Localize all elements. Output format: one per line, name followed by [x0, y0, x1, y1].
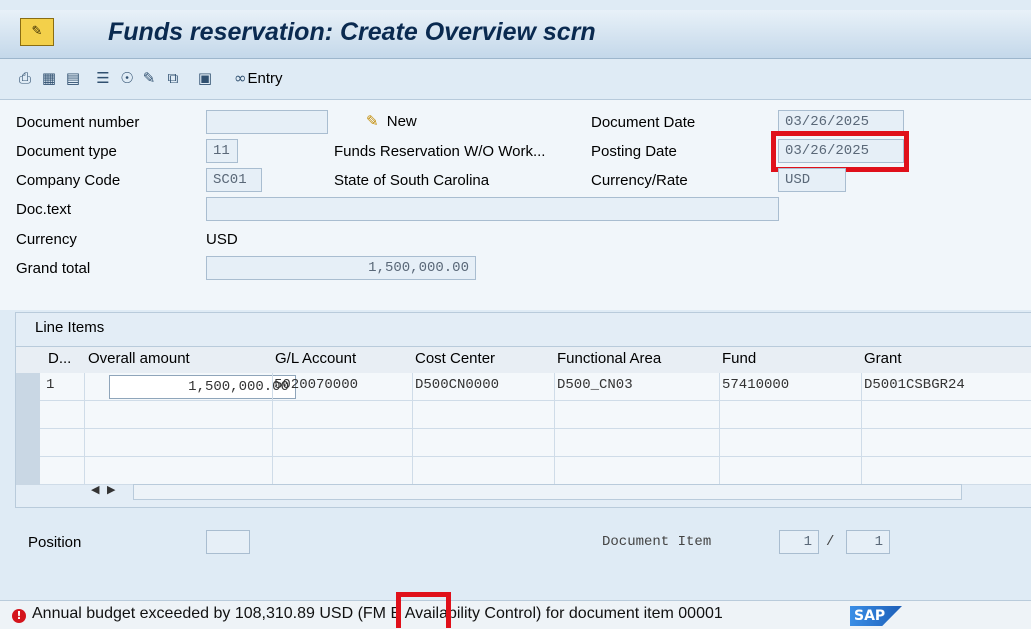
hierarchy-icon[interactable]: ☉: [118, 68, 136, 88]
table-row-empty[interactable]: [40, 429, 1031, 457]
status-message[interactable]: Annual budget exceeded by 108,310.89 USD…: [32, 605, 723, 623]
title-bar: ✎ Funds reservation: Create Overview scr…: [0, 10, 1031, 59]
document-date-label: Document Date: [591, 114, 696, 131]
column-divider: [272, 373, 273, 485]
status-bar[interactable]: ! Annual budget exceeded by 108,310.89 U…: [0, 600, 1031, 629]
position-label: Position: [28, 534, 82, 551]
table-row-empty[interactable]: [40, 401, 1031, 429]
company-code-label: Company Code: [16, 172, 121, 189]
document-number-label: Document number: [16, 114, 140, 131]
document-item-current: 1: [779, 530, 819, 554]
column-divider: [84, 373, 85, 485]
posting-date-highlight: [771, 131, 909, 172]
overall-amount-input[interactable]: 1,500,000.00: [109, 375, 296, 399]
entry-label: Entry: [247, 70, 283, 87]
column-header-gl-account[interactable]: G/L Account: [275, 350, 356, 367]
cell-grant: D5001CSBGR24: [864, 377, 965, 393]
column-header-fund[interactable]: Fund: [722, 350, 756, 367]
delete-icon[interactable]: ▣: [196, 68, 214, 88]
position-field[interactable]: [206, 530, 250, 554]
error-icon: !: [12, 609, 26, 623]
cell-fund: 57410000: [722, 377, 790, 393]
table-header: D... Overall amount G/L Account Cost Cen…: [16, 346, 1031, 374]
scroll-left-icon[interactable]: ◀: [91, 483, 99, 496]
document-type-label: Document type: [16, 143, 117, 160]
column-divider: [412, 373, 413, 485]
currency-value: USD: [206, 231, 238, 248]
entry-button[interactable]: ∞Entry: [234, 68, 283, 88]
edit-icon[interactable]: ✎: [140, 68, 158, 88]
column-divider: [719, 373, 720, 485]
new-label: New: [386, 113, 417, 130]
currency-rate-label: Currency/Rate: [591, 172, 688, 189]
scroll-arrows[interactable]: ◀ ▶: [91, 483, 115, 496]
line-items-title: Line Items: [35, 319, 105, 336]
company-code-field[interactable]: SC01: [206, 168, 262, 192]
currency-label: Currency: [16, 231, 77, 248]
document-item-separator: /: [826, 534, 835, 550]
cell-gl-account: 5020070000: [274, 377, 359, 393]
doc-text-field[interactable]: [206, 197, 779, 221]
status-highlight: [396, 592, 451, 628]
table-row-empty[interactable]: [40, 457, 1031, 485]
document-type-field[interactable]: 11: [206, 139, 238, 163]
document-type-description: Funds Reservation W/O Work...: [334, 143, 546, 160]
new-document-icon: ✎: [366, 112, 379, 130]
horizontal-scrollbar[interactable]: [133, 484, 962, 500]
list-icon[interactable]: ☰: [94, 68, 112, 88]
application-toolbar: ⎙ ▦ ▤ ☰ ☉ ✎ ⧉ ▣ ∞Entry: [0, 59, 1031, 100]
glasses-icon: ∞: [234, 69, 247, 87]
doc-text-label: Doc.text: [16, 201, 72, 218]
scroll-right-icon[interactable]: ▶: [107, 483, 115, 496]
row-selector-column[interactable]: [16, 373, 41, 485]
window-title: Funds reservation: Create Overview scrn: [108, 18, 596, 46]
print-icon[interactable]: ⎙: [16, 68, 34, 88]
document-item-total: 1: [846, 530, 890, 554]
copy-icon[interactable]: ⧉: [164, 68, 182, 88]
sap-logo: SAP: [850, 606, 902, 626]
column-header-cost-center[interactable]: Cost Center: [415, 350, 495, 367]
posting-date-label: Posting Date: [591, 143, 677, 160]
position-area: Position Document Item 1 / 1: [0, 510, 1031, 598]
line-items-panel: Line Items D... Overall amount G/L Accou…: [15, 312, 1031, 508]
column-header-functional-area[interactable]: Functional Area: [557, 350, 661, 367]
column-divider: [861, 373, 862, 485]
currency-rate-field[interactable]: USD: [778, 168, 846, 192]
table-row[interactable]: 1 1,500,000.00 5020070000 D500CN0000 D50…: [40, 373, 1031, 401]
column-divider: [554, 373, 555, 485]
company-code-description: State of South Carolina: [334, 172, 490, 189]
new-document-button[interactable]: ✎ New: [366, 112, 417, 130]
document-icon[interactable]: ▤: [64, 68, 82, 88]
cell-functional-area: D500_CN03: [557, 377, 633, 393]
header-panel: Document number Document type 11 Funds R…: [0, 100, 1031, 310]
document-item-label: Document Item: [602, 534, 712, 550]
sap-transaction-icon: ✎: [20, 18, 54, 46]
cell-d: 1: [46, 377, 55, 393]
column-header-overall-amount[interactable]: Overall amount: [88, 350, 190, 367]
column-header-grant[interactable]: Grant: [864, 350, 902, 367]
cell-cost-center: D500CN0000: [415, 377, 500, 393]
overview-icon[interactable]: ▦: [40, 68, 58, 88]
grand-total-field: 1,500,000.00: [206, 256, 476, 280]
document-number-field[interactable]: [206, 110, 328, 134]
column-header-d[interactable]: D...: [48, 350, 71, 367]
grand-total-label: Grand total: [16, 260, 91, 277]
